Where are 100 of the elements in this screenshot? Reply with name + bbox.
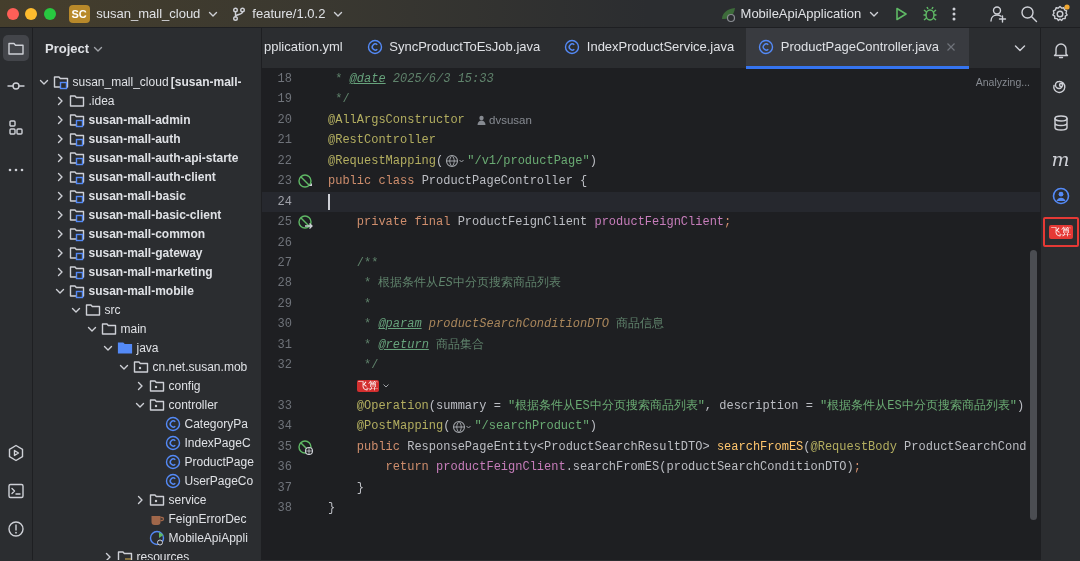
tree-item[interactable]: susan-mall-auth <box>88 129 181 148</box>
line-number: 35 <box>276 438 292 456</box>
project-selector[interactable]: susan_mall_cloud <box>96 3 219 24</box>
branch-selector[interactable]: feature/1.0.2 <box>252 3 344 24</box>
comment-text: ES <box>438 275 453 293</box>
tree-item[interactable]: resources <box>136 547 190 560</box>
bug-icon[interactable] <box>921 5 938 22</box>
annotation-text: @Operation <box>355 398 429 415</box>
analysis-status: Analyzing... <box>975 75 1030 90</box>
tree-item[interactable]: java <box>136 338 159 357</box>
annotation-text: @RequestMapping <box>328 152 437 170</box>
line-number: 18 <box>276 71 292 88</box>
tree-item[interactable]: main <box>120 319 147 338</box>
window-control[interactable] <box>43 7 56 20</box>
add-user-icon[interactable] <box>989 4 1008 23</box>
tree-item[interactable]: susan-mall-auth-api-starte <box>88 148 239 167</box>
tree-item[interactable]: src <box>104 300 121 319</box>
code-text: ( <box>803 438 811 456</box>
tree-item[interactable]: controller <box>168 395 218 414</box>
tree-item[interactable]: IndexPageC <box>184 433 251 452</box>
author-hint[interactable]: dvsusan <box>476 109 532 131</box>
project-tool-button[interactable] <box>3 34 29 61</box>
tree-item[interactable]: susan-mall-basic <box>88 186 186 205</box>
tree-item[interactable]: susan-mall-gateway <box>88 243 203 262</box>
project-badge: SC <box>68 4 90 23</box>
tree-item[interactable]: config <box>168 376 201 395</box>
module-icon <box>69 111 86 128</box>
run-config-selector[interactable]: MobileApiApplication <box>740 3 880 24</box>
window-control[interactable] <box>25 7 37 20</box>
code-text: } <box>355 479 364 497</box>
field-text: productFeignClient <box>594 214 725 232</box>
panel-title[interactable]: Project <box>45 38 90 59</box>
terminal-icon[interactable] <box>7 481 25 500</box>
bell-icon[interactable] <box>1051 40 1070 59</box>
module-icon <box>69 187 86 204</box>
scrollbar-thumb[interactable] <box>1030 250 1037 520</box>
code-text: ResponsePageEntity<ProductSearchResultDTO> <box>407 438 711 456</box>
package-icon <box>149 396 166 413</box>
tree-item[interactable]: susan-mall-marketing <box>88 262 213 281</box>
line-number: 22 <box>276 152 292 170</box>
module-icon <box>69 282 86 299</box>
keyword-text: private final <box>355 214 452 232</box>
code-text: .searchFromES(productSearchConditionDTO) <box>565 459 854 477</box>
search-icon[interactable] <box>1020 4 1039 23</box>
services-icon[interactable] <box>7 443 25 462</box>
tree-item[interactable]: service <box>168 490 207 509</box>
tree-item[interactable]: susan_mall_cloud <box>72 72 169 91</box>
method-text: searchFromES <box>716 438 804 456</box>
tree-item[interactable]: ProductPage <box>184 452 254 471</box>
gutter-icon[interactable] <box>297 214 314 231</box>
more-icon[interactable] <box>950 5 957 22</box>
avatar-icon[interactable] <box>1051 186 1070 205</box>
settings-icon[interactable] <box>1051 4 1071 23</box>
editor-tab[interactable]: SyncProductToEsJob.java <box>354 28 553 69</box>
editor-tab[interactable]: ProductPageController.java <box>746 28 970 69</box>
comment-text: 2025/6/3 15:33 <box>391 71 494 88</box>
keyword-text: ; <box>724 214 732 232</box>
window-control[interactable] <box>6 7 19 20</box>
tree-item[interactable]: cn.net.susan.mob <box>152 357 248 376</box>
chevron-icon[interactable] <box>382 381 391 390</box>
code-text: ProductSearchCond <box>903 438 1027 456</box>
code-text: (summary = <box>428 398 502 415</box>
doc-tag-text: @param <box>378 316 422 334</box>
class-icon <box>165 472 182 489</box>
tree-item[interactable]: susan-mall-mobile <box>88 281 194 300</box>
tree-item[interactable]: CategoryPa <box>184 414 248 433</box>
plugin-tool-button[interactable]: 飞算 <box>1048 225 1073 239</box>
tree-item[interactable]: susan-mall-admin <box>88 110 191 129</box>
line-number: 38 <box>276 500 292 518</box>
tree-item[interactable]: UserPageCo <box>184 471 254 490</box>
warning-icon[interactable] <box>7 519 25 538</box>
maven-tool-button[interactable]: m <box>1051 149 1070 169</box>
tree-item[interactable]: susan-mall-basic-client <box>88 205 222 224</box>
gutter-icon[interactable] <box>297 439 314 456</box>
line-number: 20 <box>276 111 292 129</box>
tree-item[interactable]: susan-mall-auth-client <box>88 167 216 186</box>
code-text: ProductFeignClient <box>457 214 589 232</box>
comment-text: */ <box>363 357 379 375</box>
database-icon[interactable] <box>1051 113 1070 132</box>
tree-item[interactable]: susan-mall-common <box>88 224 206 243</box>
comment-text: * <box>363 295 372 313</box>
editor-tab[interactable]: IndexProductService.java <box>552 28 747 69</box>
doc-tag-text: @date <box>349 71 386 88</box>
tree-item[interactable]: FeignErrorDec <box>168 509 247 528</box>
editor-tab[interactable]: pplication.yml <box>262 28 355 69</box>
tree-item[interactable]: MobileApiAppli <box>168 528 248 547</box>
globe-icon[interactable] <box>445 153 466 168</box>
module-icon <box>69 130 86 147</box>
gutter-icon[interactable] <box>297 173 314 190</box>
code-text: ) <box>589 152 597 170</box>
plugin-badge[interactable]: 飞算 <box>357 379 379 392</box>
globe-icon[interactable] <box>452 419 473 434</box>
tree-item[interactable]: .idea <box>88 91 115 110</box>
comment-text: */ <box>334 91 350 109</box>
structure-icon[interactable] <box>7 118 25 137</box>
module-icon <box>53 73 70 90</box>
line-number: 30 <box>276 316 292 334</box>
package-icon <box>133 358 150 375</box>
resources-folder-icon <box>117 548 134 560</box>
folder-icon <box>85 301 102 318</box>
